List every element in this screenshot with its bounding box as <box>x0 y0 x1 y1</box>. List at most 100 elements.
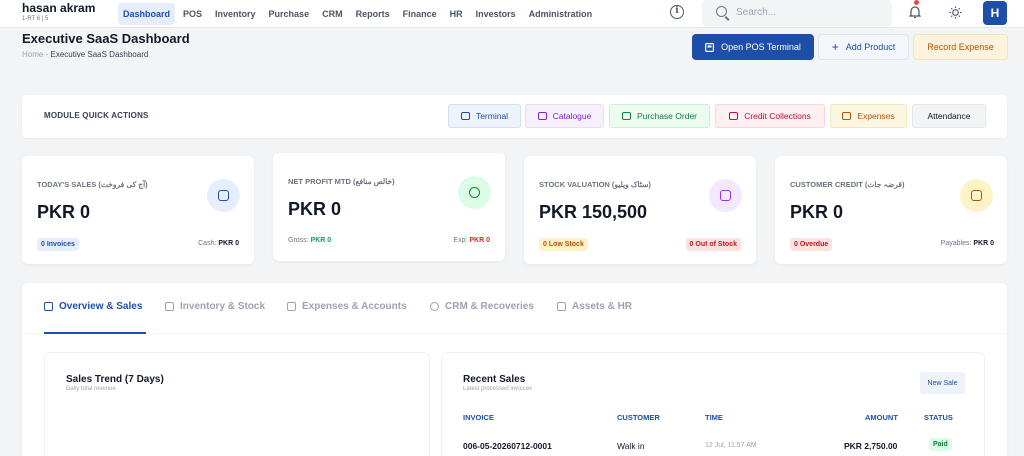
kpi-value: PKR 0 <box>288 199 342 219</box>
tab-divider <box>22 333 1007 334</box>
nav-item-reports[interactable]: Reports <box>351 3 395 25</box>
quick-action-attendance[interactable]: Attendance <box>912 104 986 128</box>
sale-amount: PKR 2,750.00 <box>844 441 898 451</box>
plus-icon: + <box>831 39 839 54</box>
low-stock-badge: 0 Low Stock <box>539 238 588 251</box>
quick-action-credit-collections[interactable]: Credit Collections <box>715 104 825 128</box>
search-input[interactable]: Search... <box>702 0 892 26</box>
cash-label: Cash: <box>198 240 217 247</box>
customer-name: Walk in <box>617 441 645 451</box>
overdue-badge: 0 Overdue <box>790 238 833 251</box>
payables-label: Payables: <box>940 240 972 247</box>
bell-icon[interactable] <box>909 5 921 19</box>
quick-action-purchase-order-label: Purchase Order <box>637 111 697 121</box>
sales-trend-subtitle: Daily total revenue <box>66 386 116 392</box>
quick-action-catalogue-label: Catalogue <box>552 111 592 121</box>
users-icon <box>430 302 439 311</box>
id-card-icon <box>557 302 566 311</box>
quick-action-expenses[interactable]: Expenses <box>830 104 907 128</box>
nav-item-purchase[interactable]: Purchase <box>264 3 315 25</box>
kpi-label: TODAY'S SALES (آج کی فروخت) <box>37 180 148 189</box>
kpi-net-profit: NET PROFIT MTD (خالص منافع) PKR 0 Gross:… <box>273 153 505 261</box>
payables-value: PKR 0 <box>973 240 994 247</box>
quick-action-attendance-label: Attendance <box>927 111 971 121</box>
tab-assets-hr[interactable]: Assets & HR <box>557 301 632 312</box>
tab-overview-sales[interactable]: Overview & Sales <box>44 301 142 312</box>
active-tab-indicator <box>44 332 146 334</box>
out-of-stock-badge: 0 Out of Stock <box>685 238 741 251</box>
expense-value: PKR 0 <box>469 237 490 244</box>
sun-icon[interactable] <box>949 6 962 19</box>
nav-item-investors[interactable]: Investors <box>471 3 521 25</box>
nav-item-dashboard[interactable]: Dashboard <box>118 2 176 25</box>
expense-summary: Exp: PKR 0 <box>453 237 490 244</box>
add-product-label: Add Product <box>845 42 896 52</box>
cash-icon <box>842 112 852 120</box>
add-product-button[interactable]: + Add Product <box>818 34 909 60</box>
info-icon[interactable]: i <box>670 5 684 19</box>
payables-summary: Payables: PKR 0 <box>941 240 994 247</box>
store-icon <box>207 179 240 212</box>
quick-action-catalogue[interactable]: Catalogue <box>525 104 604 128</box>
cash-summary: Cash: PKR 0 <box>198 240 239 247</box>
nav-item-pos[interactable]: POS <box>178 3 207 25</box>
sales-trend-card: Sales Trend (7 Days) Daily total revenue <box>44 352 430 456</box>
gross-summary: Gross: PKR 0 <box>288 237 331 244</box>
cart-icon <box>622 112 631 120</box>
card-icon <box>729 112 739 120</box>
page-title: Executive SaaS Dashboard <box>22 31 190 46</box>
wallet-icon <box>287 302 296 311</box>
quick-action-terminal[interactable]: Terminal <box>448 104 521 128</box>
nav-item-finance[interactable]: Finance <box>398 3 442 25</box>
quick-actions-title: MODULE QUICK ACTIONS <box>44 111 149 120</box>
breadcrumb: Home - Executive SaaS Dashboard <box>22 50 148 59</box>
column-header-invoice[interactable]: INVOICE <box>463 413 494 422</box>
nav-item-administration[interactable]: Administration <box>524 3 598 25</box>
kpi-value: PKR 0 <box>37 202 91 222</box>
sale-time: 12 Jul, 11:57 AM <box>705 442 757 449</box>
quick-action-expenses-label: Expenses <box>857 111 895 121</box>
quick-action-terminal-label: Terminal <box>475 111 509 121</box>
tab-expenses-accounts[interactable]: Expenses & Accounts <box>287 301 407 312</box>
kpi-label: STOCK VALUATION (سٹاک ویلیو) <box>539 180 651 189</box>
dashboard-tabs-panel: Overview & Sales Inventory & Stock Expen… <box>22 283 1007 456</box>
column-header-time[interactable]: TIME <box>705 413 723 422</box>
nav-item-inventory[interactable]: Inventory <box>210 3 261 25</box>
invoice-number[interactable]: 006-05-20260712-0001 <box>463 441 552 451</box>
top-nav: hasan akram 1-RT 6 | 5 Dashboard POS Inv… <box>0 0 1024 28</box>
brand[interactable]: hasan akram 1-RT 6 | 5 <box>22 2 95 23</box>
quick-action-purchase-order[interactable]: Purchase Order <box>609 104 710 128</box>
invoices-badge: 0 Invoices <box>37 238 79 251</box>
gross-value: PKR 0 <box>310 237 332 244</box>
terminal-icon <box>460 112 470 120</box>
open-pos-terminal-button[interactable]: Open POS Terminal <box>692 34 814 60</box>
pie-chart-icon <box>458 176 491 209</box>
quick-action-credit-collections-label: Credit Collections <box>744 111 811 121</box>
tab-inventory-stock[interactable]: Inventory & Stock <box>165 301 265 312</box>
kpi-today-sales: TODAY'S SALES (آج کی فروخت) PKR 0 0 Invo… <box>22 156 254 264</box>
record-expense-label: Record Expense <box>927 42 994 52</box>
search-placeholder: Search... <box>736 7 777 18</box>
kpi-value: PKR 150,500 <box>539 202 648 222</box>
box-icon <box>709 179 742 212</box>
kpi-stock-valuation: STOCK VALUATION (سٹاک ویلیو) PKR 150,500… <box>524 156 756 264</box>
new-sale-button[interactable]: New Sale <box>920 372 965 394</box>
column-header-amount[interactable]: AMOUNT <box>865 413 898 422</box>
breadcrumb-home[interactable]: Home <box>22 50 43 59</box>
tab-crm-recoveries[interactable]: CRM & Recoveries <box>430 301 534 312</box>
expense-label: Exp: <box>453 237 468 244</box>
tab-label: Assets & HR <box>572 301 633 312</box>
nav-item-hr[interactable]: HR <box>445 3 468 25</box>
nav-item-crm[interactable]: CRM <box>317 3 348 25</box>
gross-label: Gross: <box>288 237 309 244</box>
kpi-value: PKR 0 <box>790 202 844 222</box>
column-header-customer[interactable]: CUSTOMER <box>617 413 660 422</box>
terminal-icon <box>705 42 715 52</box>
avatar[interactable]: H <box>983 1 1007 25</box>
wallet-icon <box>960 179 993 212</box>
record-expense-button[interactable]: Record Expense <box>913 34 1008 60</box>
recent-sales-card: Recent Sales Latest processed invoices N… <box>441 352 985 456</box>
column-header-status[interactable]: STATUS <box>924 413 953 422</box>
sales-trend-title: Sales Trend (7 Days) <box>66 374 164 385</box>
kpi-customer-credit: CUSTOMER CREDIT (قرضہ جات) PKR 0 0 Overd… <box>775 156 1007 264</box>
